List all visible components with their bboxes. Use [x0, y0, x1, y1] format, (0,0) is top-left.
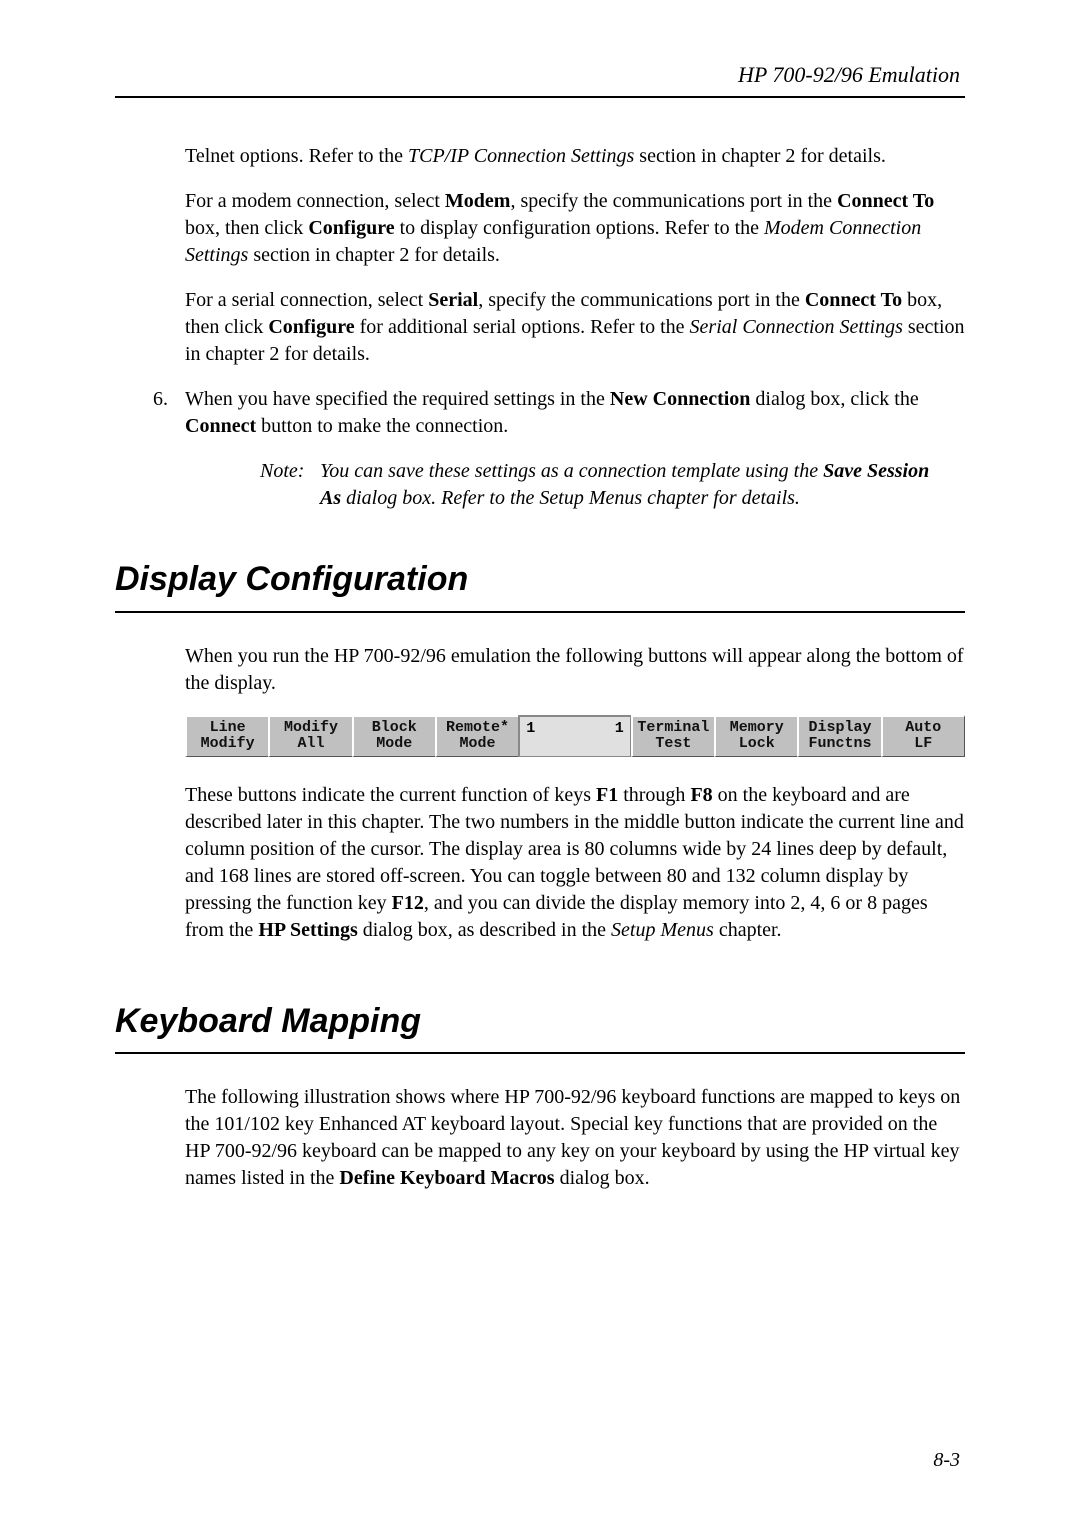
display-config-intro: When you run the HP 700-92/96 emulation …	[185, 643, 965, 697]
heading-text: Display Configuration	[115, 557, 965, 603]
header-title: HP 700-92/96 Emulation	[115, 60, 965, 90]
fkey-f7[interactable]: Display Functns	[797, 715, 880, 757]
content: Telnet options. Refer to the TCP/IP Conn…	[115, 143, 965, 1193]
heading-text: Keyboard Mapping	[115, 999, 965, 1045]
fkey-f6[interactable]: Memory Lock	[714, 715, 797, 757]
fkey-f2[interactable]: Modify All	[268, 715, 351, 757]
paragraph-modem: For a modem connection, select Modem, sp…	[185, 188, 965, 269]
display-config-description: These buttons indicate the current funct…	[185, 782, 965, 944]
fkey-f8[interactable]: Auto LF	[881, 715, 965, 757]
step-6-text: When you have specified the required set…	[185, 388, 919, 437]
heading-keyboard-mapping: Keyboard Mapping	[115, 999, 965, 1055]
step-6: 6. When you have specified the required …	[153, 386, 965, 440]
step-number: 6.	[153, 386, 168, 413]
fkey-f3[interactable]: Block Mode	[352, 715, 435, 757]
cursor-position-indicator: 1 1	[518, 715, 631, 757]
keyboard-mapping-intro: The following illustration shows where H…	[185, 1084, 965, 1192]
note-text: You can save these settings as a connect…	[320, 458, 935, 512]
continuation-block: Telnet options. Refer to the TCP/IP Conn…	[153, 143, 965, 368]
fkey-f5[interactable]: Terminal Test	[631, 715, 714, 757]
fkey-f4[interactable]: Remote* Mode	[435, 715, 518, 757]
header-rule	[115, 96, 965, 98]
page-number: 8-3	[933, 1447, 960, 1474]
paragraph-serial: For a serial connection, select Serial, …	[185, 287, 965, 368]
page-header: HP 700-92/96 Emulation	[115, 60, 965, 98]
heading-rule	[115, 611, 965, 613]
function-key-bar: Line Modify Modify All Block Mode Remote…	[185, 715, 965, 757]
fkey-f1[interactable]: Line Modify	[185, 715, 268, 757]
heading-display-configuration: Display Configuration	[115, 557, 965, 613]
paragraph-telnet: Telnet options. Refer to the TCP/IP Conn…	[185, 143, 965, 170]
note-label: Note:	[260, 458, 315, 485]
heading-rule	[115, 1052, 965, 1054]
note-block: Note: You can save these settings as a c…	[260, 458, 935, 512]
